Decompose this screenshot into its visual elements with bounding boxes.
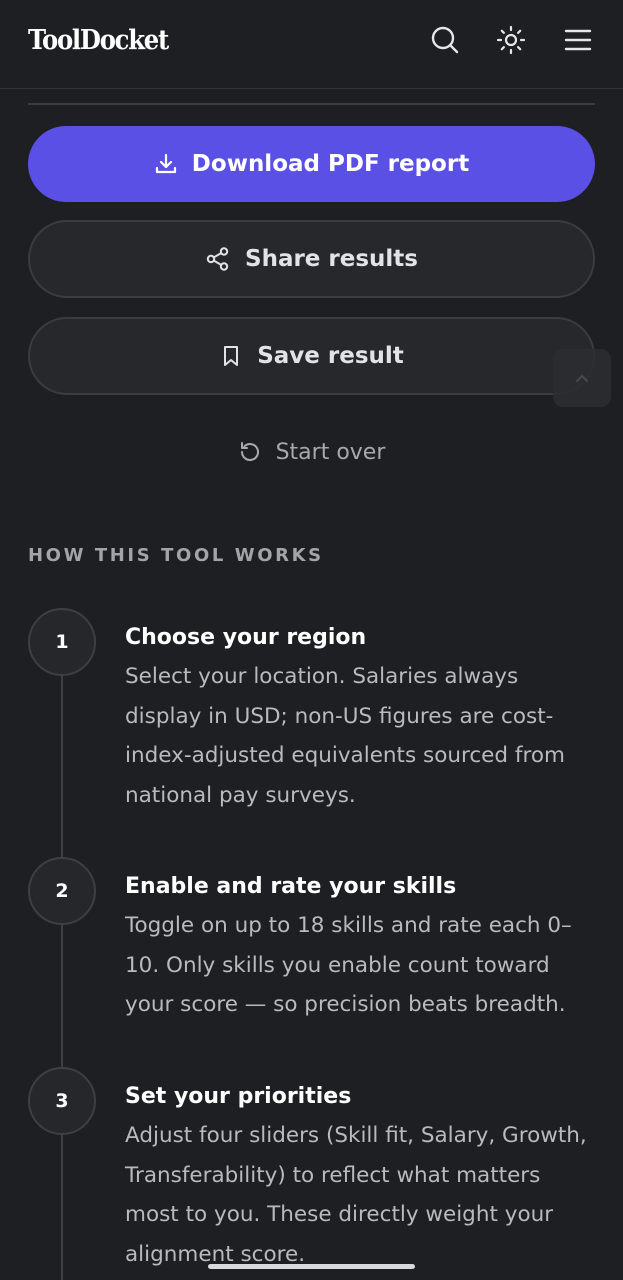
- step-title: Choose your region: [125, 625, 367, 650]
- home-indicator: [208, 1264, 415, 1269]
- step-number-badge: 3: [28, 1067, 96, 1135]
- step-description: Adjust four sliders (Skill fit, Salary, …: [125, 1123, 587, 1267]
- step-item: Set your priorities Adjust four sliders …: [125, 1081, 595, 1274]
- step-number-badge: 2: [28, 857, 96, 925]
- restart-icon: [238, 440, 262, 464]
- step-description: Select your location. Salaries always di…: [125, 664, 565, 808]
- step-title: Set your priorities: [125, 1084, 352, 1109]
- menu-icon[interactable]: [561, 23, 595, 57]
- download-label: Download PDF report: [191, 151, 470, 177]
- bookmark-icon: [219, 344, 243, 368]
- start-over-label: Start over: [275, 439, 386, 465]
- step-number-badge: 1: [28, 608, 96, 676]
- download-icon: [154, 152, 178, 176]
- search-icon[interactable]: [428, 23, 462, 57]
- header-actions: [428, 23, 595, 57]
- start-over-button[interactable]: Start over: [0, 432, 623, 472]
- step-item: Enable and rate your skills Toggle on up…: [125, 871, 595, 1025]
- page: ToolDocket Download PDF report Share res…: [0, 0, 623, 1280]
- save-result-button[interactable]: Save result: [28, 317, 595, 395]
- step-title: Enable and rate your skills: [125, 874, 457, 899]
- how-it-works-heading: HOW THIS TOOL WORKS: [28, 545, 324, 566]
- top-bar: ToolDocket: [0, 0, 623, 80]
- chevron-up-icon: [576, 374, 588, 382]
- header-divider: [0, 88, 623, 89]
- section-divider: [28, 103, 595, 105]
- scroll-to-top-button[interactable]: [553, 349, 611, 407]
- sun-icon[interactable]: [494, 23, 528, 57]
- steps-timeline: [61, 674, 63, 1280]
- logo[interactable]: ToolDocket: [28, 25, 169, 56]
- share-icon: [205, 246, 231, 272]
- step-description: Toggle on up to 18 skills and rate each …: [125, 913, 572, 1017]
- share-results-button[interactable]: Share results: [28, 220, 595, 298]
- share-label: Share results: [245, 246, 418, 272]
- save-label: Save result: [257, 343, 404, 369]
- download-pdf-button[interactable]: Download PDF report: [28, 126, 595, 202]
- step-item: Choose your region Select your location.…: [125, 622, 595, 815]
